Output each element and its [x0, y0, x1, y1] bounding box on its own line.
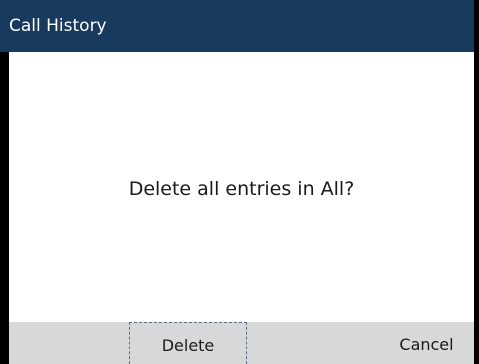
confirmation-message: Delete all entries in All?: [128, 177, 355, 200]
softkey-bar: Delete Cancel: [9, 322, 474, 364]
page-title: Call History: [0, 0, 474, 52]
cancel-softkey[interactable]: Cancel: [379, 322, 474, 364]
delete-softkey[interactable]: Delete: [129, 322, 247, 364]
phone-screen: Call History Delete all entries in All? …: [0, 0, 479, 364]
confirmation-dialog: Delete all entries in All?: [9, 52, 474, 322]
